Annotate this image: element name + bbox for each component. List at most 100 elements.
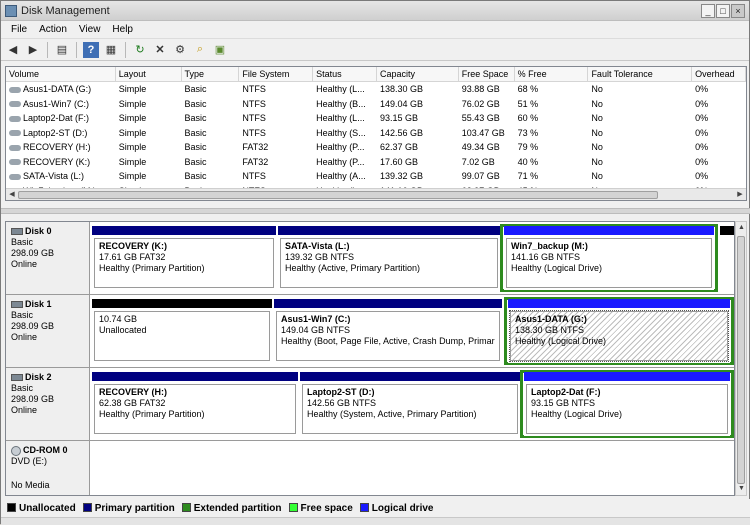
- menu-file[interactable]: File: [5, 24, 33, 35]
- column-header-fault-tolerance[interactable]: Fault Tolerance: [588, 67, 693, 81]
- table-row[interactable]: Asus1-Win7 (C:) Simple Basic NTFS Healthy (B…: [6, 97, 746, 112]
- disk-1-row[interactable]: Disk 1 Basic 298.09 GB Online 10.74 GB U…: [6, 295, 734, 368]
- partition-laptop2-dat-f[interactable]: Laptop2-Dat (F:) 93.15 GB NTFS Healthy (…: [524, 372, 730, 436]
- primary-partition-bar: [274, 299, 502, 308]
- properties-icon[interactable]: ▦: [103, 42, 119, 58]
- table-row[interactable]: RECOVERY (H:) Simple Basic FAT32 Healthy (P.…: [6, 140, 746, 155]
- column-header-free-space[interactable]: Free Space: [459, 67, 515, 81]
- column-header-capacity[interactable]: Capacity: [377, 67, 459, 81]
- partition-win7-backup-m[interactable]: Win7_backup (M:) 141.16 GB NTFS Healthy …: [504, 226, 714, 290]
- table-cell: No: [591, 142, 603, 152]
- table-cell: NTFS: [242, 98, 266, 109]
- menu-action[interactable]: Action: [33, 24, 73, 35]
- table-cell: 93.88 GB: [461, 84, 500, 94]
- toolbar-separator: [76, 41, 77, 58]
- close-button[interactable]: ×: [731, 3, 745, 18]
- vertical-scrollbar[interactable]: ▲ ▼: [735, 221, 747, 496]
- column-header-file-system[interactable]: File System: [239, 67, 314, 81]
- cdrom-0-row[interactable]: CD-ROM 0 DVD (E:) No Media: [6, 441, 734, 495]
- rescan-icon[interactable]: ⌕: [192, 42, 208, 58]
- partition-name: Laptop2-ST (D:): [307, 387, 375, 397]
- console-tree-icon[interactable]: ▤: [54, 42, 70, 58]
- scroll-up-icon[interactable]: ▲: [736, 222, 747, 234]
- export-icon[interactable]: ▣: [212, 42, 228, 58]
- partition-sata-vista-l[interactable]: SATA-Vista (L:) 139.32 GB NTFS Healthy (…: [278, 226, 500, 290]
- menu-bar: File Action View Help: [1, 21, 749, 39]
- column-header-type[interactable]: Type: [182, 67, 240, 81]
- scroll-down-icon[interactable]: ▼: [736, 483, 747, 495]
- legend-label: Logical drive: [371, 502, 434, 514]
- disk-0-row[interactable]: Disk 0 Basic 298.09 GB Online RECOVERY (…: [6, 222, 734, 295]
- back-icon[interactable]: ◀: [5, 42, 21, 58]
- column-header-volume[interactable]: Volume: [6, 67, 116, 81]
- table-row[interactable]: Asus1-DATA (G:) Simple Basic NTFS Healthy (L…: [6, 82, 746, 97]
- legend-item-free-space: Free space: [288, 503, 353, 514]
- disk-2-label[interactable]: Disk 2 Basic 298.09 GB Online: [6, 368, 90, 440]
- scroll-right-icon[interactable]: ▶: [734, 189, 746, 200]
- table-row[interactable]: Laptop2-Dat (F:) Simple Basic NTFS Healthy (…: [6, 111, 746, 126]
- partition-size: 138.30 GB NTFS: [515, 325, 585, 335]
- partition-recovery-k[interactable]: RECOVERY (K:) 17.61 GB FAT32 Healthy (Pr…: [92, 226, 276, 290]
- column-header-status[interactable]: Status: [313, 67, 377, 81]
- cdrom-0-label[interactable]: CD-ROM 0 DVD (E:) No Media: [6, 441, 90, 495]
- delete-icon[interactable]: ✕: [152, 42, 168, 58]
- table-cell: No: [591, 156, 603, 167]
- scroll-thumb[interactable]: [737, 236, 745, 484]
- menu-help[interactable]: Help: [106, 24, 139, 35]
- table-cell: Basic: [184, 156, 207, 167]
- volume-name: Asus1-Win7 (C:): [23, 98, 90, 109]
- disk-status: Online: [11, 259, 38, 269]
- partition-laptop2-st-d[interactable]: Laptop2-ST (D:) 142.56 GB NTFS Healthy (…: [300, 372, 520, 436]
- partition-size: 141.16 GB NTFS: [511, 252, 581, 262]
- refresh-icon[interactable]: ↻: [132, 42, 148, 58]
- disk-2-row[interactable]: Disk 2 Basic 298.09 GB Online RECOVERY (…: [6, 368, 734, 441]
- disk-1-label[interactable]: Disk 1 Basic 298.09 GB Online: [6, 295, 90, 367]
- column-header-percent-free[interactable]: % Free: [515, 67, 589, 81]
- partition-status: Healthy (Boot, Page File, Active, Crash …: [281, 336, 495, 346]
- column-header-overhead[interactable]: Overhead: [692, 67, 746, 81]
- table-cell: Basic: [184, 84, 207, 94]
- forward-icon[interactable]: ▶: [25, 42, 41, 58]
- legend-swatch: [359, 503, 369, 513]
- table-cell: 0%: [695, 171, 709, 181]
- table-row[interactable]: RECOVERY (K:) Simple Basic FAT32 Healthy (P.…: [6, 155, 746, 170]
- table-row[interactable]: Laptop2-ST (D:) Simple Basic NTFS Healthy (S…: [6, 126, 746, 141]
- column-header-layout[interactable]: Layout: [116, 67, 182, 81]
- table-cell: Simple: [118, 113, 147, 123]
- disk-0-label[interactable]: Disk 0 Basic 298.09 GB Online: [6, 222, 90, 294]
- toolbar-separator: [47, 41, 48, 58]
- table-cell: 138.30 GB: [380, 84, 424, 94]
- partition-asus1-data-g[interactable]: Asus1-DATA (G:) 138.30 GB NTFS Healthy (…: [508, 299, 730, 363]
- table-cell: NTFS: [242, 113, 266, 123]
- partition-recovery-h[interactable]: RECOVERY (H:) 62.38 GB FAT32 Healthy (Pr…: [92, 372, 298, 436]
- table-cell: Simple: [118, 127, 147, 138]
- primary-partition-bar: [300, 372, 520, 381]
- pane-splitter[interactable]: [1, 208, 750, 214]
- table-cell: FAT32: [242, 142, 269, 152]
- legend-item-unallocated: Unallocated: [7, 503, 76, 514]
- toolbar: ◀ ▶ ▤ ? ▦ ↻ ✕ ⚙ ⌕ ▣: [1, 39, 749, 61]
- settings-icon[interactable]: ⚙: [172, 42, 188, 58]
- partition-name: RECOVERY (K:): [99, 241, 168, 251]
- unallocated-sliver[interactable]: [720, 226, 734, 290]
- help-icon[interactable]: ?: [83, 41, 99, 58]
- partition-status: Healthy (Active, Primary Partition): [285, 263, 421, 273]
- menu-view[interactable]: View: [73, 24, 107, 35]
- horizontal-scrollbar[interactable]: ◀ ▶: [6, 188, 746, 200]
- legend: Unallocated Primary partition Extended p…: [1, 499, 750, 517]
- minimize-button[interactable]: _: [701, 3, 715, 18]
- scroll-thumb[interactable]: [18, 191, 658, 199]
- scroll-left-icon[interactable]: ◀: [6, 189, 18, 200]
- partition-name: Laptop2-Dat (F:): [531, 387, 601, 397]
- partition-unallocated[interactable]: 10.74 GB Unallocated: [92, 299, 272, 363]
- volume-list[interactable]: Volume Layout Type File System Status Ca…: [5, 66, 747, 201]
- table-cell: Healthy (S...: [316, 127, 366, 138]
- table-cell: 7.02 GB: [461, 156, 495, 167]
- maximize-button[interactable]: □: [716, 3, 730, 18]
- table-row[interactable]: SATA-Vista (L:) Simple Basic NTFS Healthy (A…: [6, 169, 746, 184]
- partition-asus1-win7-c[interactable]: Asus1-Win7 (C:) 149.04 GB NTFS Healthy (…: [274, 299, 502, 363]
- legend-label: Unallocated: [19, 502, 76, 514]
- volume-name: Laptop2-ST (D:): [23, 127, 88, 138]
- table-cell: Simple: [118, 98, 147, 109]
- table-cell: Healthy (P...: [316, 156, 365, 167]
